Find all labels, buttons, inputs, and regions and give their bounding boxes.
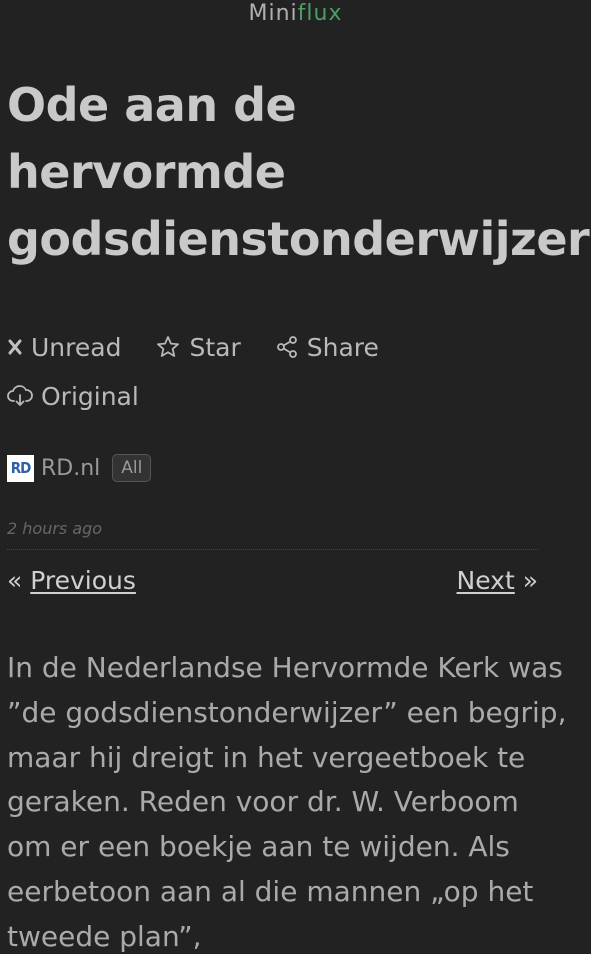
toggle-unread-button[interactable]: Unread (7, 333, 121, 362)
entry-content: In de Nederlandse Hervormde Kerk was ”de… (7, 651, 567, 953)
star-label: Star (189, 332, 241, 362)
feed-favicon-icon: RD (7, 454, 34, 482)
category-badge[interactable]: All (112, 454, 152, 482)
entry-title-line: Ode aan de (7, 78, 297, 132)
previous-entry: « Previous (7, 566, 136, 595)
share-icon (275, 335, 299, 359)
original-link-button[interactable]: Original (7, 382, 139, 411)
brand-logo-prefix[interactable]: Mini (249, 1, 298, 26)
entry-title-line: godsdienstonderwijzer (7, 212, 590, 266)
share-label: Share (306, 332, 379, 362)
feed-meta: RD RD.nl All (7, 454, 152, 482)
original-label: Original (41, 381, 139, 411)
next-entry: Next » (457, 566, 539, 595)
share-button[interactable]: Share (275, 333, 379, 362)
star-button[interactable]: Star (155, 332, 241, 362)
next-link[interactable]: Next (457, 566, 515, 595)
entry-title: Ode aan de hervormde godsdienstonderwijz… (7, 72, 591, 273)
x-icon (7, 338, 23, 356)
previous-arrow: « (7, 566, 23, 595)
brand-logo-suffix[interactable]: flux (298, 1, 343, 26)
next-arrow: » (522, 566, 538, 595)
entry-title-line: hervormde (7, 145, 286, 199)
star-icon (155, 334, 181, 360)
divider (7, 549, 538, 550)
unread-label: Unread (31, 332, 122, 362)
feed-title-link[interactable]: RD.nl (41, 456, 100, 481)
app-header: Miniflux (0, 0, 591, 26)
entry-actions: Unread Star Share Original (7, 330, 587, 413)
cloud-download-icon (7, 384, 33, 408)
previous-link[interactable]: Previous (30, 566, 136, 595)
entry-date: 2 hours ago (7, 519, 103, 538)
